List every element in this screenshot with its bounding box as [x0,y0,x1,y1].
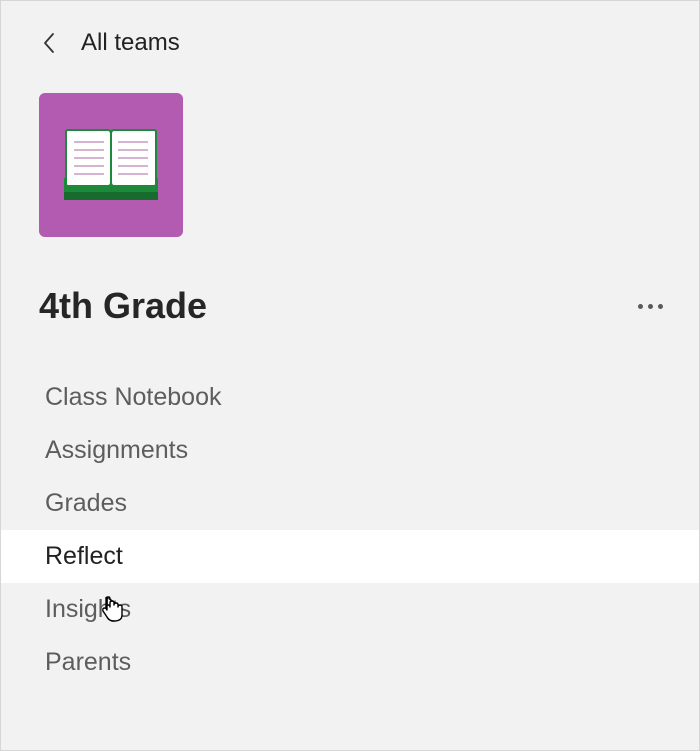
team-name: 4th Grade [39,285,207,327]
channel-list: Class Notebook Assignments Grades Reflec… [1,371,699,689]
back-label[interactable]: All teams [81,29,180,57]
more-icon [648,304,653,309]
book-icon [56,120,166,210]
team-tile[interactable] [39,93,183,237]
more-icon [638,304,643,309]
channel-item-class-notebook[interactable]: Class Notebook [1,371,699,424]
channel-item-reflect[interactable]: Reflect [1,530,699,583]
sidebar-panel: All teams 4th Grade Class Notebo [0,0,700,751]
more-icon [658,304,663,309]
back-button[interactable] [39,33,59,53]
more-options-button[interactable] [630,296,671,317]
back-row: All teams [1,1,699,57]
chevron-left-icon [42,32,56,54]
channel-item-parents[interactable]: Parents [1,636,699,689]
channel-item-insights[interactable]: Insights [1,583,699,636]
channel-item-assignments[interactable]: Assignments [1,424,699,477]
channel-item-grades[interactable]: Grades [1,477,699,530]
team-header: 4th Grade [1,237,699,327]
